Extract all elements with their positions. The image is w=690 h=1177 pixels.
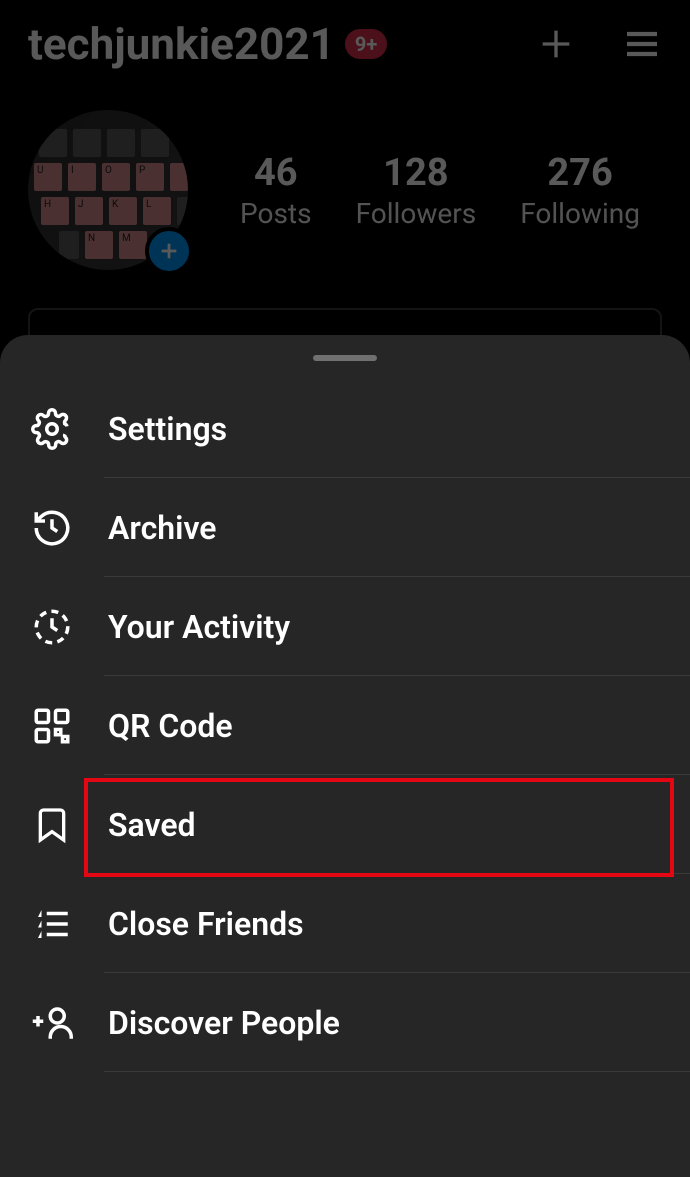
menu-label: Your Activity — [108, 608, 290, 646]
sheet-grabber[interactable] — [313, 355, 377, 361]
profile-header: techjunkie2021 9+ — [0, 0, 690, 80]
menu-label: Close Friends — [108, 905, 304, 943]
following-label: Following — [520, 197, 640, 230]
menu-label: Discover People — [108, 1004, 340, 1042]
following-count: 276 — [520, 151, 640, 195]
bookmark-icon — [30, 803, 74, 847]
create-post-button[interactable] — [536, 24, 576, 64]
gear-icon — [30, 407, 74, 451]
stat-followers[interactable]: 128 Followers — [356, 151, 477, 230]
archive-icon — [30, 506, 74, 550]
menu-item-close-friends[interactable]: Close Friends — [0, 874, 690, 973]
notification-badge: 9+ — [345, 29, 387, 59]
menu-item-activity[interactable]: Your Activity — [0, 577, 690, 676]
discover-people-icon — [30, 1001, 74, 1045]
stat-following[interactable]: 276 Following — [520, 151, 640, 230]
add-story-button[interactable] — [145, 227, 193, 275]
stat-posts[interactable]: 46 Posts — [240, 151, 312, 230]
menu-label: Archive — [108, 509, 216, 547]
followers-count: 128 — [356, 151, 477, 195]
profile-avatar[interactable]: UIOP HJKL NM — [28, 110, 188, 270]
menu-label: QR Code — [108, 707, 233, 745]
menu-label: Settings — [108, 410, 227, 448]
username-label: techjunkie2021 — [28, 18, 335, 70]
activity-icon — [30, 605, 74, 649]
posts-label: Posts — [240, 197, 312, 230]
hamburger-menu-button[interactable] — [622, 24, 662, 64]
menu-item-settings[interactable]: Settings — [0, 379, 690, 478]
menu-item-saved[interactable]: Saved — [0, 775, 690, 874]
followers-label: Followers — [356, 197, 477, 230]
menu-item-qrcode[interactable]: QR Code — [0, 676, 690, 775]
username-dropdown[interactable]: techjunkie2021 9+ — [28, 18, 387, 70]
menu-label: Saved — [108, 806, 196, 844]
profile-stats-row: UIOP HJKL NM 46 Posts 128 — [0, 80, 690, 290]
bottom-sheet-menu: Settings Archive Your Activity QR Code S… — [0, 335, 690, 1177]
qrcode-icon — [30, 704, 74, 748]
close-friends-icon — [30, 902, 74, 946]
menu-item-archive[interactable]: Archive — [0, 478, 690, 577]
menu-item-discover[interactable]: Discover People — [0, 973, 690, 1072]
posts-count: 46 — [240, 151, 312, 195]
